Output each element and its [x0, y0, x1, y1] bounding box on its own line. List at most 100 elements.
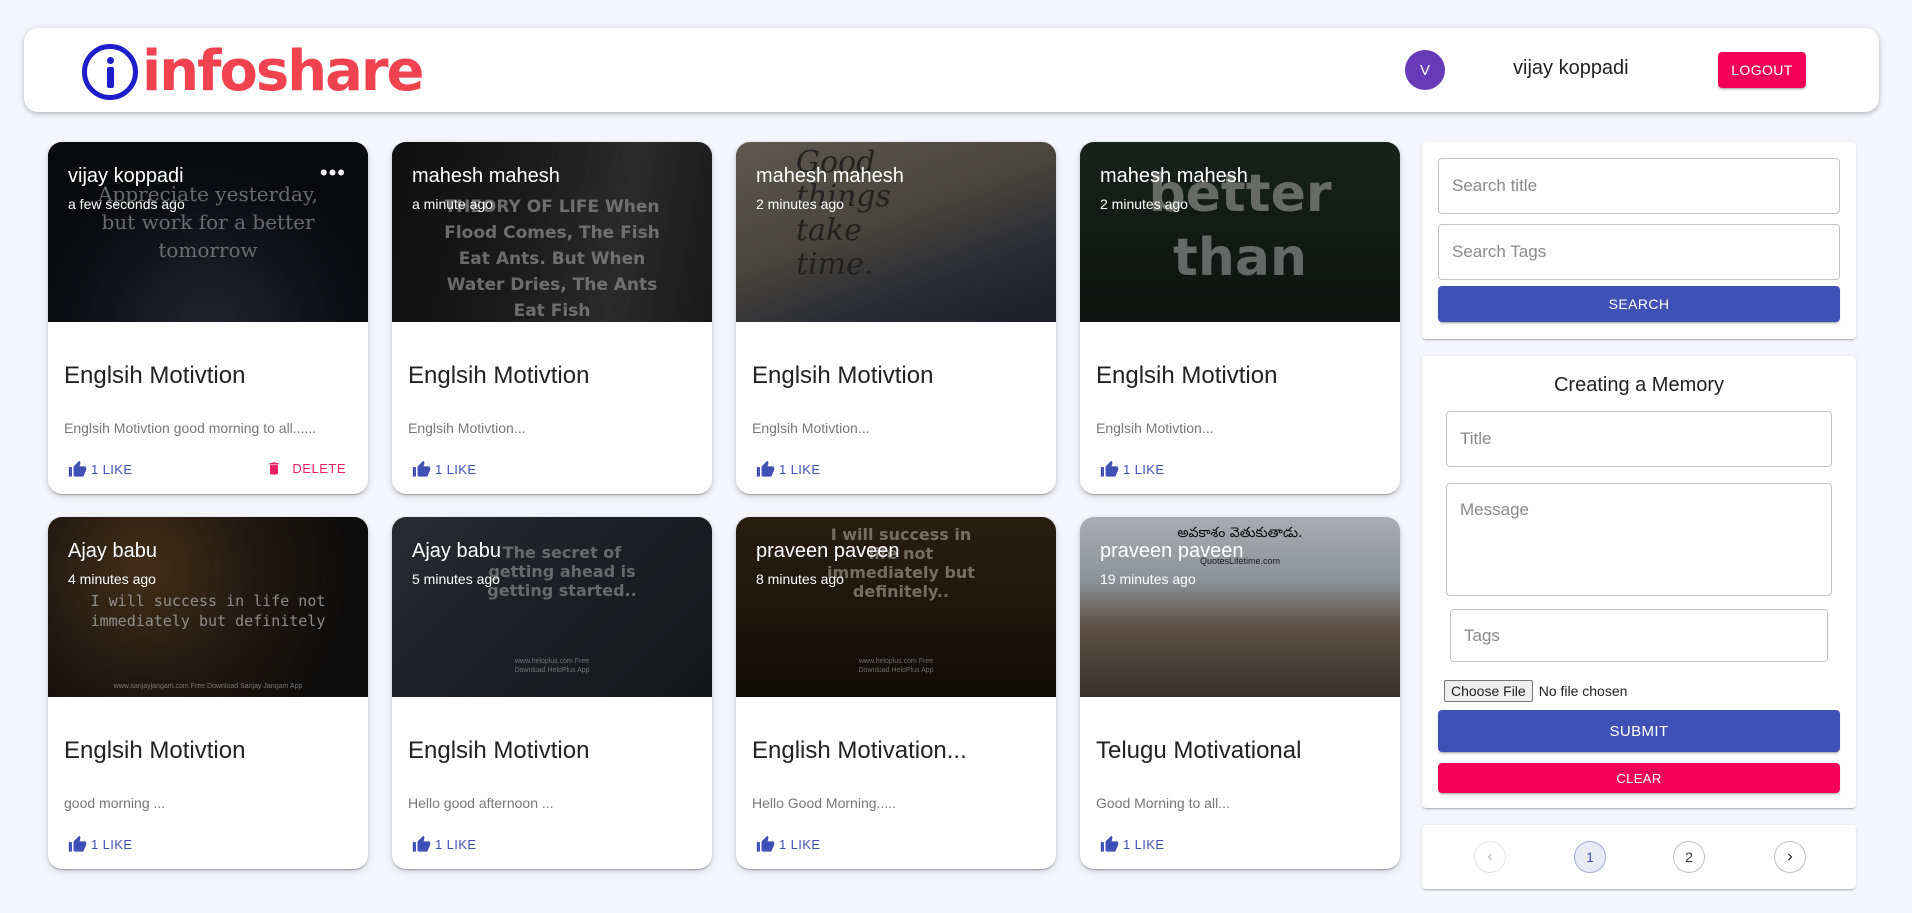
page-button-1[interactable]: 1 [1574, 841, 1606, 873]
thumb-up-icon [756, 835, 775, 852]
page-button-2[interactable]: 2 [1673, 841, 1705, 873]
search-panel: SEARCH [1422, 142, 1856, 339]
file-status: No file chosen [1538, 683, 1628, 699]
post-title: Telugu Motivational [1096, 737, 1302, 764]
more-horiz-icon[interactable]: ••• [320, 162, 346, 184]
message-field [1446, 483, 1832, 596]
post-author: Ajay babu [68, 540, 157, 562]
post-image: THEORY OF LIFE When Flood Comes, The Fis… [392, 142, 712, 322]
chevron-left-icon [1487, 853, 1492, 861]
previous-page-button[interactable] [1474, 841, 1506, 873]
like-count: 1 LIKE [1123, 462, 1165, 477]
post-message: Englsih Motivtion... [752, 420, 870, 436]
post-card: Appreciate yesterday, but work for a bet… [48, 142, 368, 494]
thumb-up-icon [412, 835, 431, 852]
like-button[interactable]: 1 LIKE [756, 835, 820, 854]
like-count: 1 LIKE [435, 837, 477, 852]
info-icon [82, 44, 138, 100]
delete-label: DELETE [292, 461, 346, 476]
post-author: praveen paveen [756, 540, 900, 562]
post-image: Good things take time. mahesh mahesh 2 m… [736, 142, 1056, 322]
like-count: 1 LIKE [1123, 837, 1165, 852]
thumb-up-icon [1100, 835, 1119, 852]
post-time: 2 minutes ago [756, 196, 844, 212]
username: vijay koppadi [1513, 57, 1629, 79]
post-title: Englsih Motivtion [1096, 362, 1278, 389]
chevron-right-icon [1788, 853, 1793, 861]
post-title: Englsih Motivtion [408, 737, 590, 764]
post-message: Englsih Motivtion... [1096, 420, 1214, 436]
like-button[interactable]: 1 LIKE [412, 460, 476, 479]
delete-button[interactable]: DELETE [266, 460, 346, 477]
post-title: Englsih Motivtion [64, 362, 246, 389]
post-author: mahesh mahesh [756, 165, 904, 187]
search-title-input[interactable] [1439, 159, 1839, 213]
avatar: V [1405, 50, 1445, 90]
search-button[interactable]: SEARCH [1438, 286, 1840, 322]
post-title: English Motivation... [752, 737, 967, 764]
submit-button[interactable]: SUBMIT [1438, 710, 1840, 752]
post-title: Englsih Motivtion [752, 362, 934, 389]
post-card: THEORY OF LIFE When Flood Comes, The Fis… [392, 142, 712, 494]
post-message: good morning ... [64, 795, 166, 811]
post-card: The secret of getting ahead is getting s… [392, 517, 712, 869]
pagination-panel: 1 2 [1422, 825, 1856, 889]
post-title: Englsih Motivtion [408, 362, 590, 389]
post-message: Hello good afternoon ... [408, 795, 554, 811]
next-page-button[interactable] [1774, 841, 1806, 873]
like-button[interactable]: 1 LIKE [756, 460, 820, 479]
like-count: 1 LIKE [91, 462, 133, 477]
like-count: 1 LIKE [779, 462, 821, 477]
title-field [1446, 411, 1832, 467]
like-button[interactable]: 1 LIKE [412, 835, 476, 854]
post-image: Appreciate yesterday, but work for a bet… [48, 142, 368, 322]
infoshare-logo[interactable]: infoshare [82, 39, 424, 104]
post-image: better than mahesh mahesh 2 minutes ago [1080, 142, 1400, 322]
app-bar: infoshare V vijay koppadi LOGOUT [24, 28, 1879, 112]
trash-icon [269, 462, 280, 475]
title-input[interactable] [1447, 412, 1831, 466]
choose-file-button[interactable]: Choose File [1444, 680, 1533, 702]
post-image: అవకాశం వెతుకుతాడు. QuotesLifetime.com pr… [1080, 517, 1400, 697]
post-card: I will success in life not immediately b… [48, 517, 368, 869]
like-button[interactable]: 1 LIKE [1100, 835, 1164, 854]
thumb-up-icon [68, 460, 87, 477]
like-button[interactable]: 1 LIKE [68, 835, 132, 854]
clear-button[interactable]: CLEAR [1438, 763, 1840, 793]
post-image: The secret of getting ahead is getting s… [392, 517, 712, 697]
like-count: 1 LIKE [779, 837, 821, 852]
like-button[interactable]: 1 LIKE [68, 460, 132, 479]
search-tags-input[interactable] [1439, 225, 1839, 279]
post-card: అవకాశం వెతుకుతాడు. QuotesLifetime.com pr… [1080, 517, 1400, 869]
like-count: 1 LIKE [91, 837, 133, 852]
post-author: mahesh mahesh [1100, 165, 1248, 187]
memory-form-panel: Creating a Memory Choose File No file ch… [1422, 356, 1856, 808]
search-title-field [1438, 158, 1840, 214]
thumb-up-icon [756, 460, 775, 477]
post-time: 4 minutes ago [68, 571, 156, 587]
message-input[interactable] [1447, 484, 1831, 595]
post-author: vijay koppadi [68, 165, 184, 187]
post-message: Englsih Motivtion... [408, 420, 526, 436]
post-card: I will success in life not immediately b… [736, 517, 1056, 869]
post-card: Good things take time. mahesh mahesh 2 m… [736, 142, 1056, 494]
post-author: Ajay babu [412, 540, 501, 562]
thumb-up-icon [68, 835, 87, 852]
post-card: better than mahesh mahesh 2 minutes ago … [1080, 142, 1400, 494]
post-time: 5 minutes ago [412, 571, 500, 587]
post-time: a minute ago [412, 196, 493, 212]
tags-input[interactable] [1451, 610, 1827, 661]
thumb-up-icon [1100, 460, 1119, 477]
search-tags-field [1438, 224, 1840, 280]
post-title: Englsih Motivtion [64, 737, 246, 764]
post-author: mahesh mahesh [412, 165, 560, 187]
form-heading: Creating a Memory [1553, 374, 1725, 396]
post-time: a few seconds ago [68, 196, 185, 212]
file-input: Choose File No file chosen [1444, 680, 1627, 702]
like-button[interactable]: 1 LIKE [1100, 460, 1164, 479]
post-message: Englsih Motivtion good morning to all...… [64, 420, 317, 436]
logo-text: infoshare [142, 39, 424, 104]
logout-button[interactable]: LOGOUT [1718, 52, 1806, 88]
post-message: Hello Good Morning..... [752, 795, 896, 811]
like-count: 1 LIKE [435, 462, 477, 477]
